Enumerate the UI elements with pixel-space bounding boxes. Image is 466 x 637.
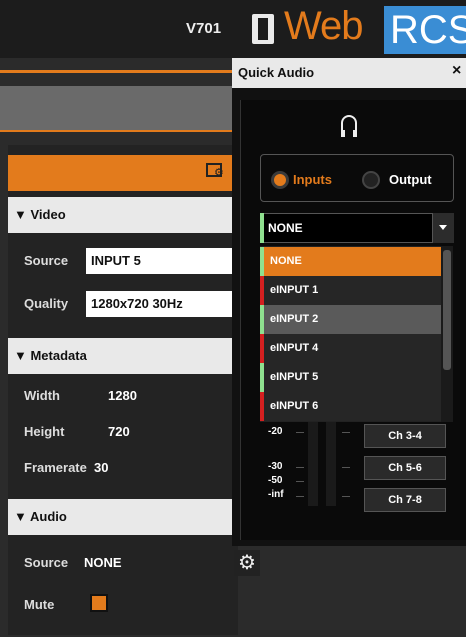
mute-label: Mute bbox=[24, 597, 55, 612]
output-radio[interactable] bbox=[362, 171, 380, 189]
inputs-radio-label[interactable]: Inputs bbox=[293, 172, 332, 187]
dropdown-option-label: eINPUT 6 bbox=[270, 400, 319, 412]
dropdown-option[interactable]: eINPUT 5 bbox=[260, 363, 441, 392]
meter-tick bbox=[342, 432, 350, 433]
dropdown-option[interactable]: NONE bbox=[260, 247, 441, 276]
dropdown-option[interactable]: eINPUT 4 bbox=[260, 334, 441, 363]
width-value: 1280 bbox=[108, 388, 137, 403]
panel-header bbox=[8, 155, 238, 191]
video-quality-field[interactable]: 1280x720 30Hz bbox=[86, 291, 238, 317]
video-source-field[interactable]: INPUT 5 bbox=[86, 248, 238, 274]
window-settings-icon[interactable] bbox=[206, 163, 224, 179]
height-label: Height bbox=[24, 424, 65, 439]
audio-source-value: NONE bbox=[84, 555, 122, 570]
meter-tick bbox=[296, 481, 304, 482]
channel-button[interactable]: Ch 3-4 bbox=[364, 424, 446, 448]
framerate-value: 30 bbox=[94, 460, 109, 475]
db-label: -50 bbox=[268, 475, 283, 486]
height-value: 720 bbox=[108, 424, 130, 439]
db-label: -30 bbox=[268, 461, 283, 472]
select-marker bbox=[260, 213, 264, 243]
meter-tick bbox=[342, 496, 350, 497]
section-video[interactable]: ▼ Video bbox=[8, 197, 238, 233]
db-label: -20 bbox=[268, 426, 283, 437]
book-icon[interactable] bbox=[252, 14, 274, 44]
meter-tick bbox=[342, 467, 350, 468]
dropdown-option-label: NONE bbox=[270, 255, 302, 267]
headphones-icon bbox=[341, 115, 357, 137]
meter-tick bbox=[296, 496, 304, 497]
audio-source-label: Source bbox=[24, 555, 69, 570]
framerate-label: Framerate bbox=[24, 460, 87, 475]
level-meter bbox=[308, 422, 318, 506]
mute-checkbox[interactable] bbox=[90, 594, 108, 612]
quick-audio-title: Quick Audio bbox=[232, 58, 466, 88]
dropdown-option-label: eINPUT 2 bbox=[270, 313, 319, 325]
device-name: V701 bbox=[186, 20, 222, 37]
source-select-value: NONE bbox=[268, 221, 303, 235]
logo-web: Web bbox=[284, 4, 364, 48]
level-meter bbox=[326, 422, 336, 506]
db-label: -inf bbox=[268, 489, 284, 500]
output-radio-label[interactable]: Output bbox=[389, 172, 432, 187]
close-icon[interactable]: × bbox=[452, 62, 461, 80]
gear-icon[interactable]: ⚙ bbox=[234, 550, 260, 576]
chevron-down-icon[interactable] bbox=[432, 213, 454, 243]
video-quality-label: Quality bbox=[24, 296, 69, 311]
dropdown-option[interactable]: eINPUT 6 bbox=[260, 392, 441, 421]
dropdown-option-label: eINPUT 4 bbox=[270, 342, 319, 354]
section-metadata[interactable]: ▼ Metadata bbox=[8, 338, 238, 374]
dropdown-option-label: eINPUT 5 bbox=[270, 371, 319, 383]
logo-rcs: RCS bbox=[384, 6, 466, 54]
channel-button[interactable]: Ch 7-8 bbox=[364, 488, 446, 512]
width-label: Width bbox=[24, 388, 60, 403]
inputs-radio[interactable] bbox=[271, 171, 289, 189]
dropdown-scroll-thumb[interactable] bbox=[443, 250, 451, 370]
meter-tick bbox=[296, 467, 304, 468]
video-source-label: Source bbox=[24, 253, 69, 268]
section-audio[interactable]: ▼ Audio bbox=[8, 499, 238, 535]
dropdown-option[interactable]: eINPUT 2 bbox=[260, 305, 441, 334]
channel-button[interactable]: Ch 5-6 bbox=[364, 456, 446, 480]
dropdown-option-label: eINPUT 1 bbox=[270, 284, 319, 296]
dropdown-option[interactable]: eINPUT 1 bbox=[260, 276, 441, 305]
meter-tick bbox=[296, 432, 304, 433]
